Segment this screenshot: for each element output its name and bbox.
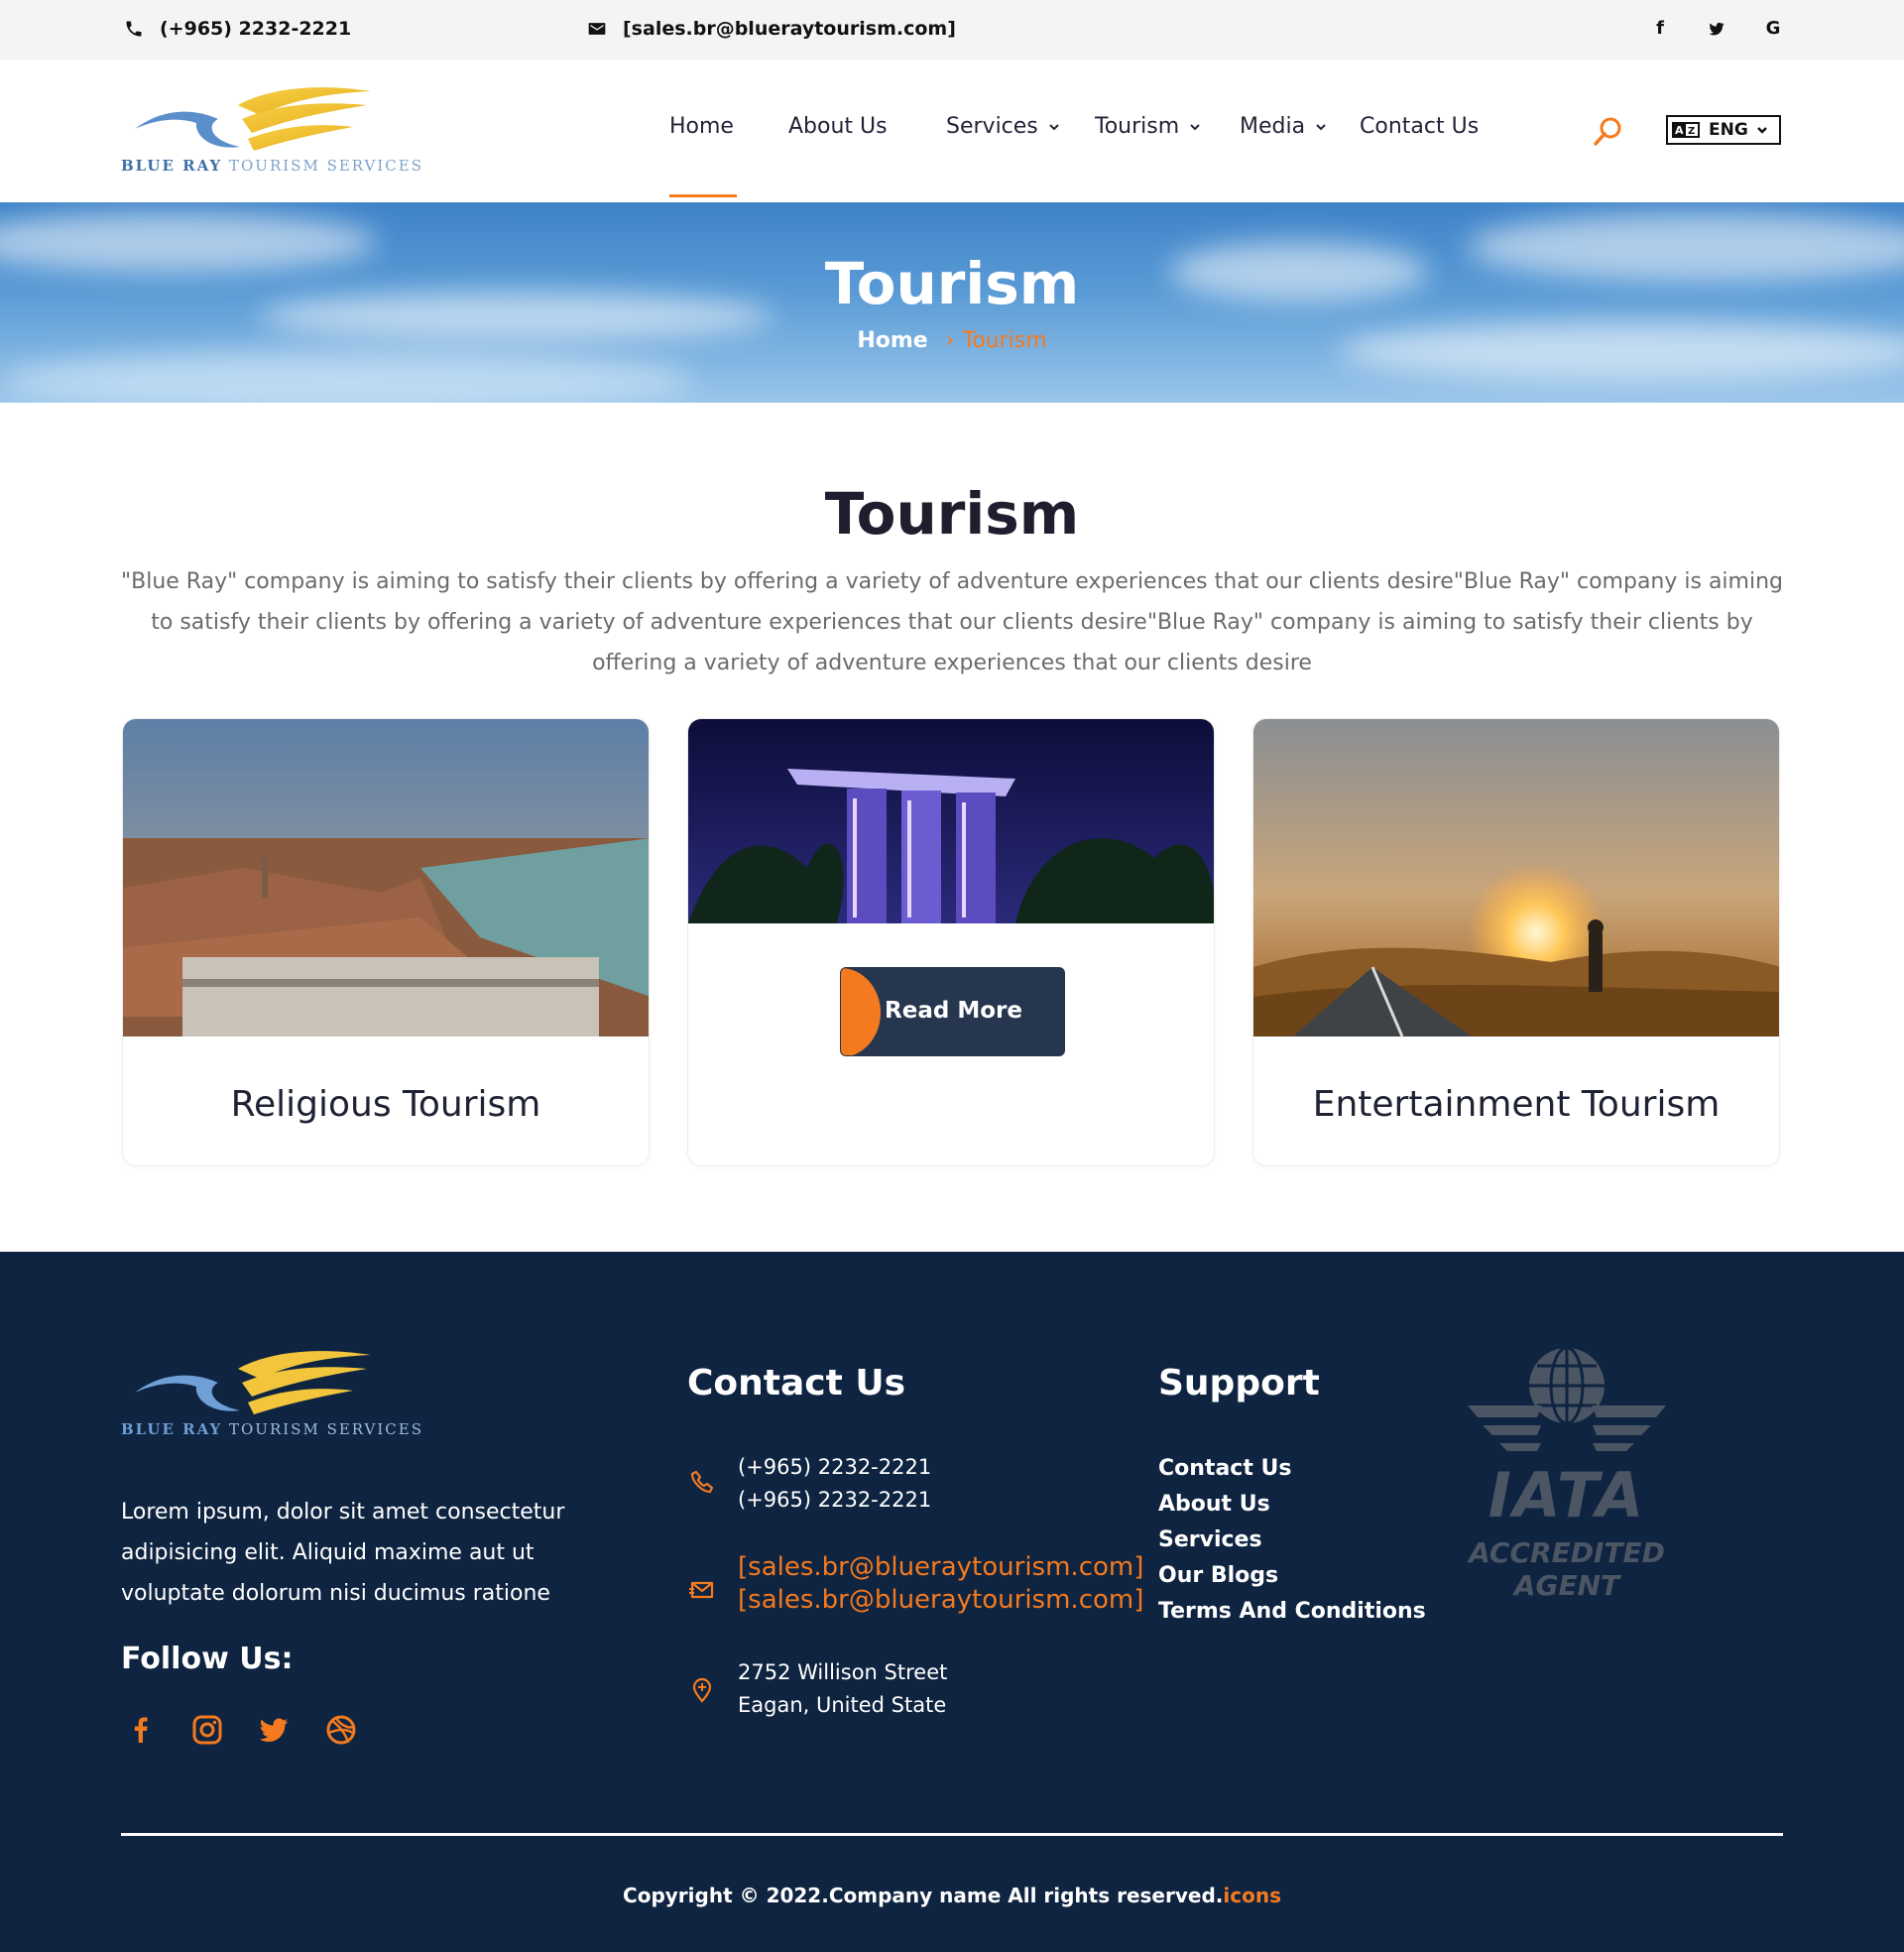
nav-services-label: Services: [946, 114, 1038, 139]
iata-title: IATA: [1488, 1459, 1646, 1531]
read-more-label: Read More: [885, 998, 1022, 1024]
support-link-our-blogs[interactable]: Our Blogs: [1158, 1563, 1278, 1588]
svg-text:Z: Z: [1688, 126, 1695, 137]
card-title: Entertainment Tourism: [1312, 1084, 1721, 1125]
tourism-card-featured[interactable]: Read More: [687, 718, 1215, 1166]
language-select[interactable]: A Z ENG: [1666, 115, 1781, 145]
footer-divider: [121, 1833, 1783, 1836]
logo-text-rest: TOURISM SERVICES: [229, 157, 424, 175]
tourism-card-religious[interactable]: Religious Tourism: [122, 718, 650, 1166]
nav-services[interactable]: Services: [946, 114, 1060, 139]
site-footer: BLUE RAY TOURISM SERVICES Lorem ipsum, d…: [0, 1252, 1904, 1952]
religious-tourism-image: [123, 719, 649, 1037]
topbar-email[interactable]: [sales.br@blueraytourism.com]: [587, 18, 956, 40]
follow-us-title: Follow Us:: [121, 1642, 294, 1676]
footer-twitter-link[interactable]: [257, 1713, 291, 1747]
logo-text: BLUE RAY TOURISM SERVICES: [121, 1420, 423, 1438]
search-icon: [1594, 117, 1621, 146]
chevron-down-icon: [1049, 123, 1059, 130]
read-more-button[interactable]: Read More: [840, 967, 1065, 1056]
iata-accreditation-badge: IATA ACCREDITED AGENT: [1438, 1346, 1696, 1602]
logo-text-rest: TOURISM SERVICES: [229, 1420, 424, 1438]
envelope-icon: [588, 23, 606, 35]
support-link-about-us[interactable]: About Us: [1158, 1492, 1270, 1517]
nav-contact-us-label: Contact Us: [1360, 114, 1480, 139]
footer-contact-title: Contact Us: [687, 1363, 906, 1403]
topbar-phone[interactable]: (+965) 2232-2221: [124, 18, 351, 40]
footer-dribbble-link[interactable]: [324, 1713, 358, 1747]
search-button[interactable]: [1591, 115, 1624, 149]
footer-facebook-link[interactable]: [124, 1713, 158, 1747]
featured-tourism-image: [688, 719, 1214, 923]
card-title: Religious Tourism: [230, 1084, 541, 1125]
chevron-down-icon: [1756, 127, 1767, 134]
logo-text-bold: BLUE RAY: [121, 1420, 223, 1438]
language-label: ENG: [1709, 120, 1748, 140]
breadcrumb: Home › Tourism: [0, 328, 1904, 353]
copyright-link[interactable]: icons: [1223, 1884, 1281, 1907]
nav-home-label: Home: [669, 114, 734, 139]
facebook-icon: [134, 1717, 148, 1743]
dribbble-icon: [326, 1715, 356, 1745]
footer-instagram-link[interactable]: [190, 1713, 224, 1747]
nav-media-label: Media: [1240, 114, 1306, 139]
svg-text:A: A: [1675, 124, 1684, 137]
instagram-icon: [192, 1715, 222, 1745]
support-link-contact-us[interactable]: Contact Us: [1158, 1456, 1291, 1481]
copyright-text: Copyright © 2022.Company name All rights…: [0, 1884, 1904, 1907]
chevron-down-icon: [1316, 123, 1326, 130]
support-link-terms[interactable]: Terms And Conditions: [1158, 1599, 1426, 1624]
footer-about-text: Lorem ipsum, dolor sit amet consectetur …: [121, 1500, 565, 1606]
footer-phone-1[interactable]: (+965) 2232-2221: [738, 1455, 931, 1479]
topbar-phone-text: (+965) 2232-2221: [160, 18, 352, 40]
breadcrumb-current: Tourism: [962, 328, 1047, 353]
twitter-icon: [259, 1718, 289, 1743]
section-description: "Blue Ray" company is aiming to satisfy …: [121, 569, 1783, 675]
location-pin-icon: [692, 1677, 712, 1703]
logo-text: BLUE RAY TOURISM SERVICES: [121, 157, 423, 175]
copyright-main: Copyright © 2022.Company name All rights…: [623, 1884, 1224, 1907]
nav-tourism[interactable]: Tourism: [1095, 114, 1201, 139]
nav-active-indicator: [669, 194, 737, 197]
google-icon[interactable]: G: [1761, 16, 1785, 42]
footer-address-line1: 2752 Willison Street: [738, 1660, 948, 1684]
breadcrumb-home[interactable]: Home: [857, 328, 927, 353]
nav-home[interactable]: Home: [669, 114, 734, 139]
footer-support-title: Support: [1158, 1363, 1320, 1403]
sky-cloud: [0, 351, 694, 403]
entertainment-tourism-image: [1253, 719, 1779, 1037]
footer-email-2[interactable]: [sales.br@blueraytourism.com]: [738, 1585, 1143, 1615]
support-link-services[interactable]: Services: [1158, 1527, 1262, 1552]
page-hero-banner: Tourism Home › Tourism: [0, 202, 1904, 403]
footer-phone-2[interactable]: (+965) 2232-2221: [738, 1488, 931, 1512]
iata-subtitle: ACCREDITED AGENT: [1469, 1536, 1665, 1602]
footer-email-1[interactable]: [sales.br@blueraytourism.com]: [738, 1552, 1143, 1582]
brand-logo[interactable]: BLUE RAY TOURISM SERVICES: [121, 85, 421, 181]
logo-wings-graphic: [135, 87, 371, 151]
tourism-card-entertainment[interactable]: Entertainment Tourism: [1252, 718, 1780, 1166]
nav-contact-us[interactable]: Contact Us: [1360, 114, 1479, 139]
facebook-icon[interactable]: f: [1648, 16, 1672, 42]
nav-tourism-label: Tourism: [1095, 114, 1180, 139]
nav-media[interactable]: Media: [1240, 114, 1327, 139]
phone-icon: [690, 1470, 714, 1494]
topbar-email-text: [sales.br@blueraytourism.com]: [623, 18, 956, 40]
translate-icon: A Z: [1672, 122, 1700, 138]
section-title: Tourism: [824, 480, 1080, 548]
phone-icon: [126, 21, 142, 37]
top-contact-bar: (+965) 2232-2221 [sales.br@blueraytouris…: [0, 0, 1904, 60]
breadcrumb-chevron-icon: ›: [945, 328, 955, 353]
main-header: BLUE RAY TOURISM SERVICES Home About Us …: [0, 60, 1904, 202]
twitter-icon[interactable]: [1705, 16, 1728, 42]
chevron-down-icon: [1190, 123, 1200, 130]
nav-about-us[interactable]: About Us: [788, 114, 888, 139]
mail-icon: [689, 1581, 714, 1599]
iata-globe-wings-icon: [1468, 1346, 1666, 1451]
logo-text-bold: BLUE RAY: [121, 157, 223, 175]
nav-about-us-label: About Us: [788, 114, 888, 139]
hero-title: Tourism: [824, 250, 1080, 317]
logo-wings-graphic: [135, 1351, 371, 1414]
footer-address-line2: Eagan, United State: [738, 1693, 947, 1717]
footer-logo[interactable]: BLUE RAY TOURISM SERVICES: [121, 1349, 421, 1444]
